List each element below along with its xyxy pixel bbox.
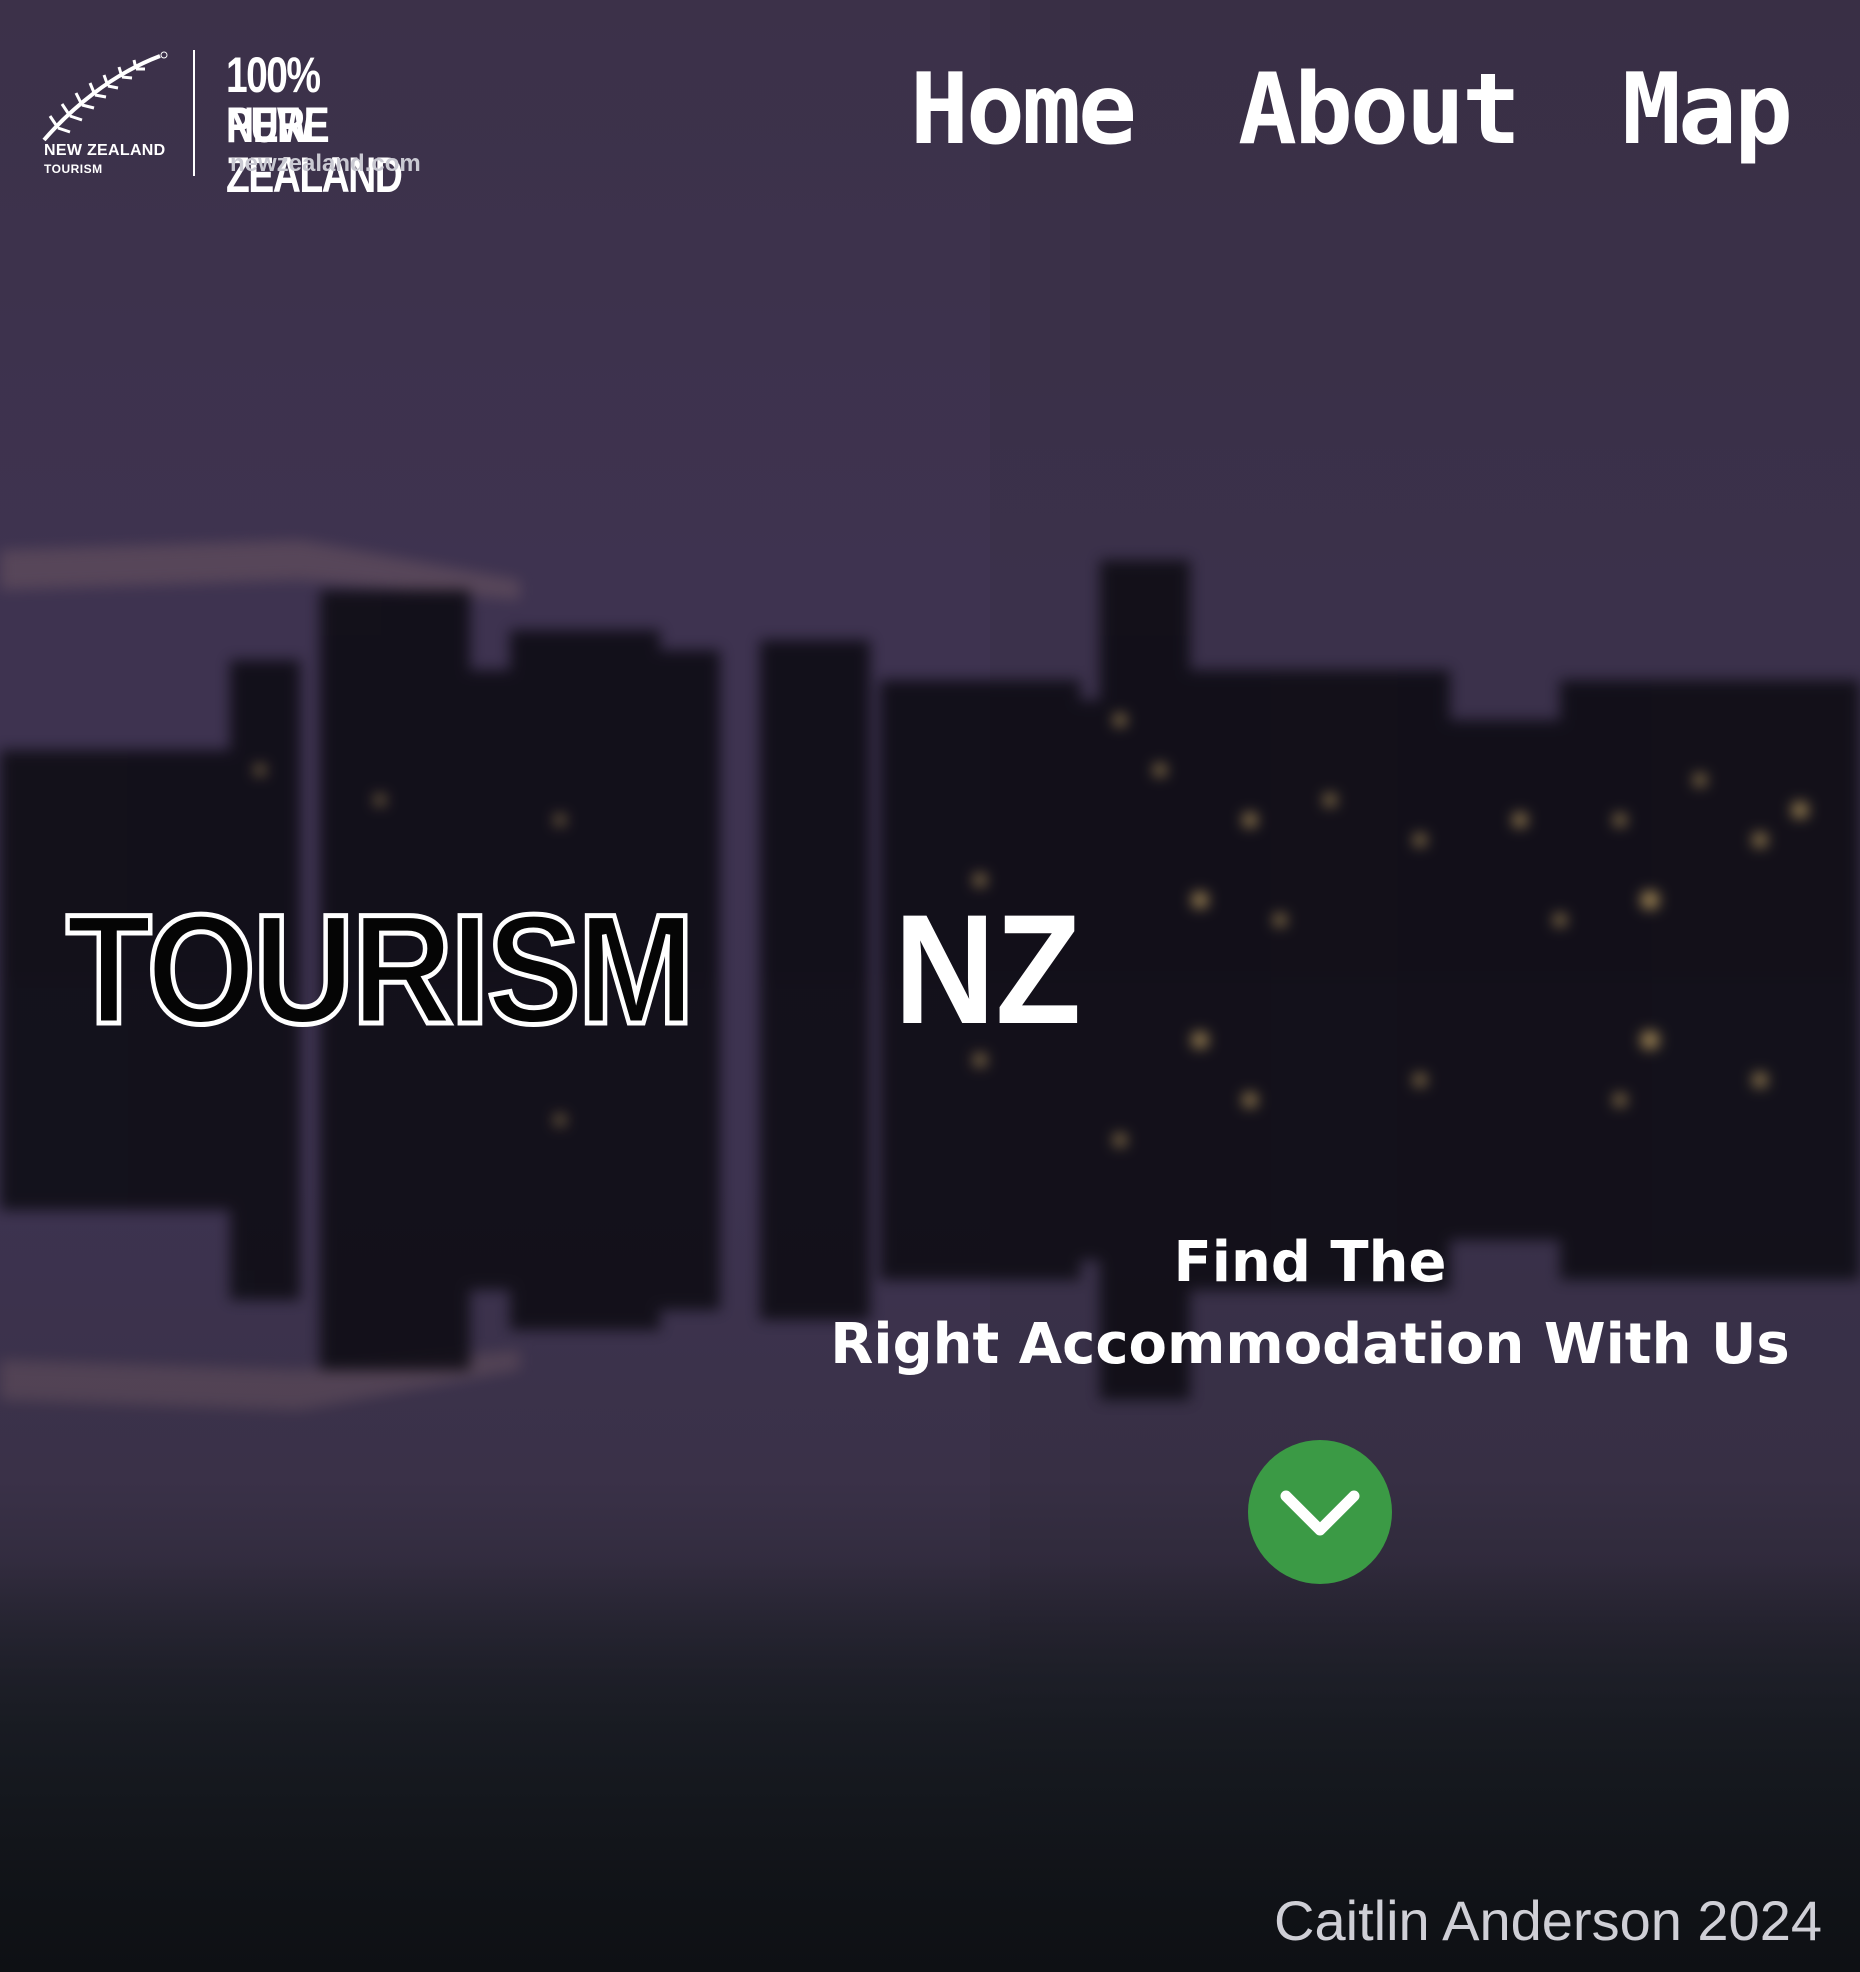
- hero-subtitle-line1: Find The: [1173, 1230, 1447, 1295]
- scroll-down-button[interactable]: [1248, 1440, 1392, 1584]
- hero-subtitle: Find The Right Accommodation With Us: [780, 1222, 1840, 1386]
- logo-divider: [193, 50, 195, 176]
- logo-website: newzealand.com: [230, 150, 421, 177]
- chevron-down-icon: [1280, 1490, 1360, 1536]
- logo-text: NEW ZEALAND: [44, 142, 166, 159]
- hero-subtitle-line2: Right Accommodation With Us: [830, 1312, 1790, 1377]
- logo-subtext: TOURISM: [44, 162, 103, 176]
- nav-item-map[interactable]: Map: [1622, 50, 1793, 170]
- silver-fern-icon: [42, 51, 168, 142]
- nav-item-home[interactable]: Home: [910, 50, 1137, 170]
- footer-credit: Caitlin Anderson 2024: [1274, 1889, 1822, 1952]
- hero-title-solid: NZ: [894, 883, 1082, 1057]
- main-nav: Home About Map: [910, 50, 1793, 170]
- page: NEW ZEALAND TOURISM 100% PURE NEW ZEALAN…: [0, 0, 1860, 1972]
- hero-title-outline: TOURISM: [64, 883, 697, 1057]
- nav-item-about[interactable]: About: [1238, 50, 1521, 170]
- brand-logo[interactable]: NEW ZEALAND TOURISM 100% PURE NEW ZEALAN…: [40, 50, 480, 200]
